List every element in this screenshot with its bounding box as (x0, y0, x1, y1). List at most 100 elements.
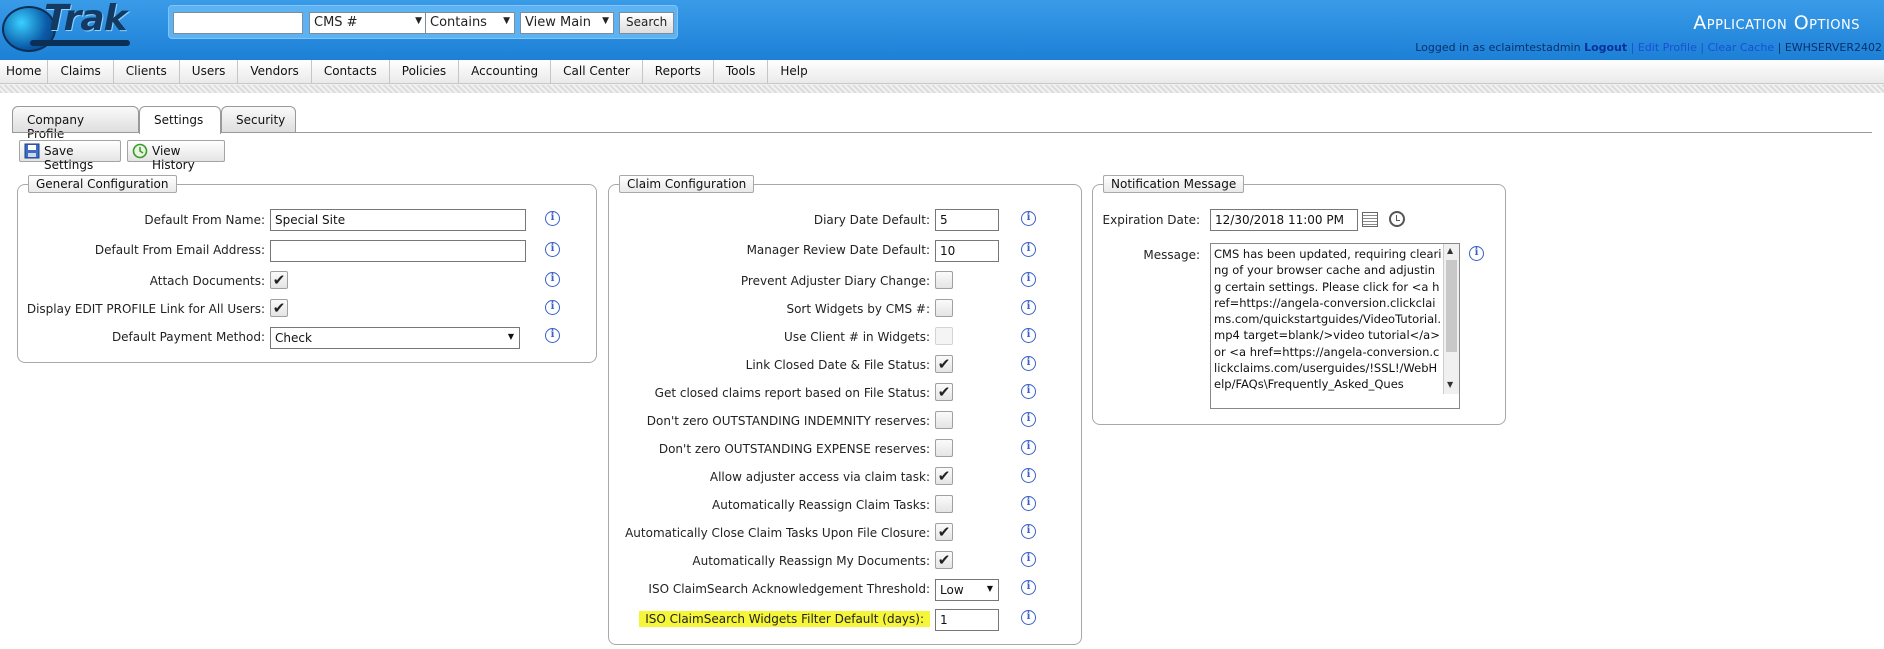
scroll-down-icon[interactable]: ▼ (1447, 380, 1453, 389)
scroll-up-icon[interactable]: ▲ (1447, 246, 1453, 255)
iso-threshold-select[interactable]: Low ▼ (935, 579, 999, 601)
menu-users[interactable]: Users (180, 60, 239, 84)
default-payment-method-value: Check (275, 331, 312, 345)
menu-accounting[interactable]: Accounting (459, 60, 552, 84)
search-input[interactable] (173, 12, 303, 34)
tab-security[interactable]: Security (221, 106, 296, 132)
reassign-my-documents-checkbox[interactable]: ✔ (935, 551, 953, 569)
link-closed-date-checkbox[interactable]: ✔ (935, 355, 953, 373)
expiration-date-field[interactable]: 12/30/2018 11:00 PM (1210, 209, 1358, 231)
menu-tools[interactable]: Tools (714, 60, 769, 84)
info-icon[interactable]: i (1469, 246, 1484, 261)
server-name: EWHSERVER2402 (1784, 41, 1882, 54)
floppy-disk-icon (24, 143, 40, 159)
sort-widgets-by-cms-checkbox[interactable] (935, 299, 953, 317)
adjuster-access-checkbox[interactable]: ✔ (935, 467, 953, 485)
default-from-email-field[interactable] (270, 240, 526, 262)
closed-claims-report-checkbox[interactable]: ✔ (935, 383, 953, 401)
general-configuration-legend: General Configuration (28, 175, 177, 193)
menu-contacts[interactable]: Contacts (312, 60, 390, 84)
prevent-adjuster-diary-change-checkbox[interactable] (935, 271, 953, 289)
info-icon[interactable]: i (1021, 496, 1036, 511)
attach-documents-label: Attach Documents: (149, 274, 265, 288)
search-field-select[interactable]: CMS # ▼ (309, 12, 427, 34)
info-icon[interactable]: i (1021, 580, 1036, 595)
manager-review-date-label: Manager Review Date Default: (746, 243, 930, 257)
info-icon[interactable]: i (545, 211, 560, 226)
info-icon[interactable]: i (1021, 524, 1036, 539)
info-icon[interactable]: i (1021, 468, 1036, 483)
info-icon[interactable]: i (1021, 412, 1036, 427)
close-claim-tasks-checkbox[interactable]: ✔ (935, 523, 953, 541)
info-icon[interactable]: i (1021, 211, 1036, 226)
calendar-icon[interactable] (1362, 212, 1378, 227)
diary-date-default-field[interactable]: 5 (935, 209, 999, 231)
info-icon[interactable]: i (1021, 272, 1036, 287)
zero-indemnity-checkbox[interactable] (935, 411, 953, 429)
logout-link[interactable]: Logout (1584, 41, 1627, 54)
menu-policies[interactable]: Policies (390, 60, 460, 84)
default-from-name-field[interactable]: Special Site (270, 209, 526, 231)
iso-filter-label: ISO ClaimSearch Widgets Filter Default (… (639, 611, 930, 627)
ctrak-logo[interactable]: Trak (0, 0, 170, 58)
info-icon[interactable]: i (1021, 356, 1036, 371)
search-button[interactable]: Search (619, 12, 675, 34)
info-icon[interactable]: i (545, 328, 560, 343)
menu-help[interactable]: Help (768, 60, 819, 84)
manager-review-date-field[interactable]: 10 (935, 240, 999, 262)
alarm-clock-icon[interactable] (1389, 211, 1405, 227)
tab-company-profile[interactable]: Company Profile (12, 106, 139, 141)
menu-call-center[interactable]: Call Center (551, 60, 643, 84)
view-select[interactable]: View Main ▼ (520, 12, 614, 34)
menu-divider (0, 85, 1884, 93)
menu-vendors[interactable]: Vendors (238, 60, 312, 84)
separator: | (1630, 41, 1635, 54)
message-textarea[interactable]: CMS has been updated, requiring clearing… (1210, 243, 1460, 409)
info-icon[interactable]: i (1021, 440, 1036, 455)
info-icon[interactable]: i (1021, 328, 1036, 343)
info-icon[interactable]: i (1021, 610, 1036, 625)
logo-swoosh (30, 40, 130, 46)
info-icon[interactable]: i (545, 272, 560, 287)
display-edit-profile-checkbox[interactable]: ✔ (270, 299, 288, 317)
tab-settings[interactable]: Settings (139, 106, 221, 134)
view-history-button[interactable]: View History (127, 140, 225, 172)
user-info-line: Logged in as eclaimtestadmin Logout | Ed… (1415, 41, 1882, 54)
menu-clients[interactable]: Clients (114, 60, 180, 84)
chevron-down-icon: ▼ (986, 584, 993, 593)
info-icon[interactable]: i (1021, 552, 1036, 567)
menu-claims[interactable]: Claims (48, 60, 114, 84)
iso-filter-default-field[interactable]: 1 (935, 609, 999, 631)
logged-in-text: Logged in as eclaimtestadmin (1415, 41, 1581, 54)
main-menu: Home Claims Clients Users Vendors Contac… (0, 60, 1884, 84)
sort-widgets-by-cms-label: Sort Widgets by CMS #: (786, 302, 930, 316)
tab-underline (12, 132, 1872, 133)
default-payment-method-select[interactable]: Check ▼ (270, 327, 520, 349)
claim-configuration-legend: Claim Configuration (619, 175, 755, 193)
closed-claims-report-label: Get closed claims report based on File S… (654, 386, 930, 400)
history-clock-icon (132, 143, 148, 159)
message-scrollbar[interactable]: ▲ ▼ (1443, 244, 1459, 394)
use-client-number-checkbox[interactable] (935, 327, 953, 345)
menu-home[interactable]: Home (0, 60, 49, 84)
search-field-select-value: CMS # (314, 15, 358, 30)
info-icon[interactable]: i (1021, 242, 1036, 257)
save-settings-button[interactable]: Save Settings (19, 140, 121, 172)
separator: | (1777, 41, 1782, 54)
default-from-email-label: Default From Email Address: (94, 243, 265, 257)
display-edit-profile-label: Display EDIT PROFILE Link for All Users: (26, 302, 265, 316)
reassign-my-documents-label: Automatically Reassign My Documents: (692, 554, 930, 568)
menu-reports[interactable]: Reports (643, 60, 714, 84)
scroll-thumb[interactable] (1446, 260, 1457, 352)
reassign-claim-tasks-checkbox[interactable] (935, 495, 953, 513)
clear-cache-link[interactable]: Clear Cache (1708, 41, 1774, 54)
zero-expense-checkbox[interactable] (935, 439, 953, 457)
info-icon[interactable]: i (545, 242, 560, 257)
chevron-down-icon: ▼ (415, 16, 422, 26)
info-icon[interactable]: i (1021, 384, 1036, 399)
info-icon[interactable]: i (1021, 300, 1036, 315)
info-icon[interactable]: i (545, 300, 560, 315)
edit-profile-link[interactable]: Edit Profile (1638, 41, 1697, 54)
search-match-select[interactable]: Contains ▼ (425, 12, 515, 34)
attach-documents-checkbox[interactable]: ✔ (270, 271, 288, 289)
